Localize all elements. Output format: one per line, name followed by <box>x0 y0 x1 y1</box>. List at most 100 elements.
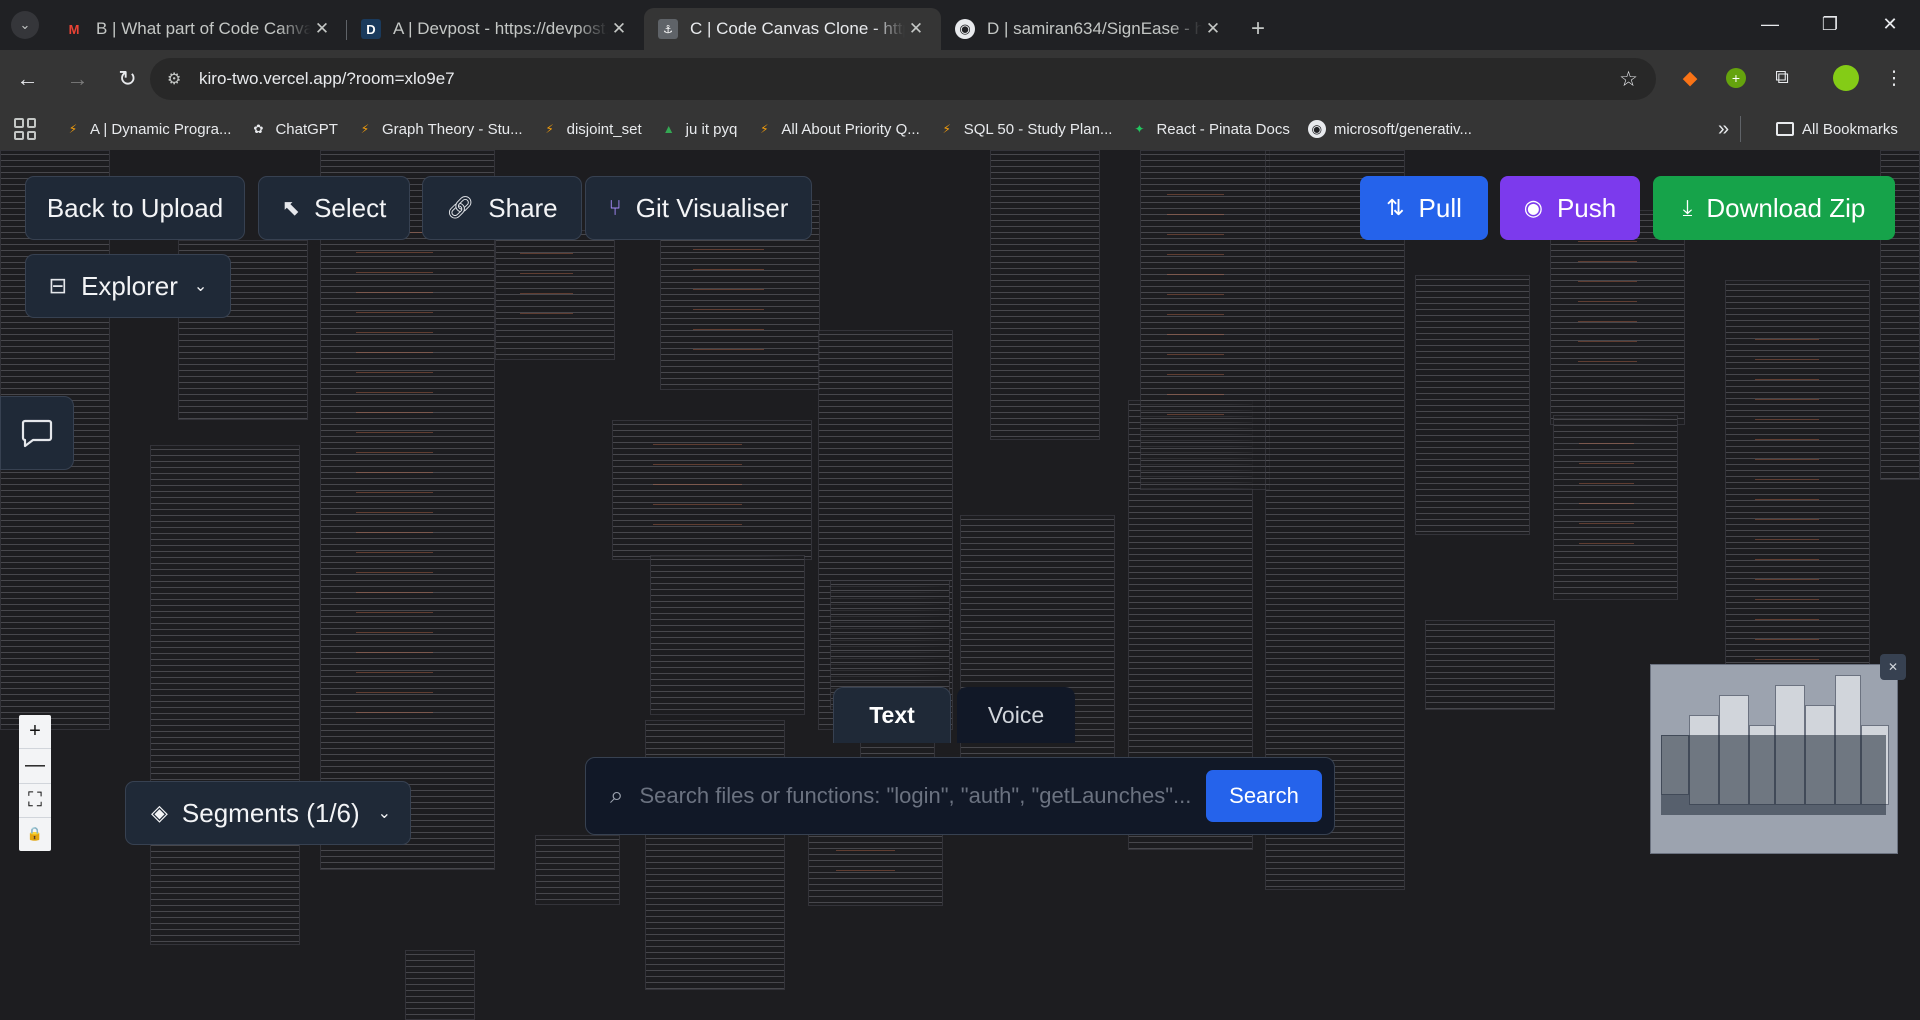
address-bar[interactable]: ⚙ kiro-two.vercel.app/?room=xlo9e7 ☆ <box>150 58 1656 100</box>
folder-icon <box>1776 122 1794 136</box>
back-icon[interactable]: ← <box>5 57 50 102</box>
tab-search-button[interactable]: ⌄ <box>0 0 50 50</box>
bookmark-label: Graph Theory - Stu... <box>381 120 523 138</box>
new-tab-button[interactable]: + <box>1238 8 1278 50</box>
bookmark-label: disjoint_set <box>566 120 642 138</box>
pull-button[interactable]: ⇅ Pull <box>1360 176 1488 240</box>
button-label: Push <box>1556 192 1617 223</box>
git-visualiser-button[interactable]: ⑂ Git Visualiser <box>585 176 812 240</box>
divider <box>1740 116 1741 142</box>
layers-icon: ◈ <box>151 800 168 825</box>
segments-dropdown[interactable]: ◈ Segments (1/6) ⌄ <box>125 781 411 845</box>
code-file-card[interactable] <box>650 555 805 715</box>
extension-icon[interactable]: + <box>1718 60 1754 96</box>
code-file-card[interactable] <box>495 230 615 360</box>
lock-button[interactable]: 🔒 <box>19 818 51 851</box>
apps-grid-icon[interactable] <box>14 118 36 140</box>
extension-icon[interactable]: ◆ <box>1672 60 1708 96</box>
bookmark-label: All About Priority Q... <box>781 120 920 138</box>
bookmarks-overflow-icon[interactable]: » <box>1718 118 1729 141</box>
close-icon[interactable]: ✕ <box>608 19 630 39</box>
share-button[interactable]: 🔗︎ Share <box>422 176 582 240</box>
code-file-card[interactable] <box>960 515 1115 785</box>
bookmark-item[interactable]: ⚡ disjoint_set <box>541 120 642 138</box>
bookmark-item[interactable]: ⚡ Graph Theory - Stu... <box>356 120 523 138</box>
minimap[interactable] <box>1650 664 1898 854</box>
chevron-down-icon: ⌄ <box>377 805 392 822</box>
all-bookmarks[interactable]: All Bookmarks <box>1776 121 1898 138</box>
folder-tree-icon: ⊟ <box>48 273 68 298</box>
avatar[interactable] <box>1828 60 1864 96</box>
tab-title: D | samiran634/SignEase - https: <box>987 19 1202 38</box>
bookmark-icon: ⚡ <box>942 122 951 136</box>
bookmarks-bar: ⚡ A | Dynamic Progra... ✿ ChatGPT ⚡ Graph T… <box>0 108 1920 150</box>
select-button[interactable]: ⬉ Select <box>258 176 410 240</box>
bookmark-item[interactable]: ◉ microsoft/generativ... <box>1307 120 1472 138</box>
reload-icon[interactable]: ↻ <box>105 57 150 102</box>
pinata-icon: ✦ <box>1134 122 1145 136</box>
github-icon: ◉ <box>955 19 975 39</box>
browser-tab-3[interactable]: ◉ D | samiran634/SignEase - https: ✕ <box>941 8 1238 50</box>
bookmark-star-icon[interactable]: ☆ <box>1619 67 1638 92</box>
bookmark-label: SQL 50 - Study Plan... <box>963 120 1113 138</box>
code-file-card[interactable] <box>1140 150 1270 490</box>
forward-icon[interactable]: → <box>55 57 100 102</box>
gmail-icon: M <box>68 21 80 37</box>
code-file-card[interactable] <box>990 150 1100 440</box>
bookmark-icon: ⚡ <box>545 122 554 136</box>
close-icon[interactable]: ✕ <box>311 19 333 39</box>
code-file-card[interactable] <box>150 445 300 945</box>
bookmark-item[interactable]: ⚡ SQL 50 - Study Plan... <box>938 120 1113 138</box>
zoom-in-button[interactable]: + <box>19 715 51 750</box>
close-icon[interactable]: ✕ <box>1202 19 1224 39</box>
bookmark-label: ChatGPT <box>275 120 338 138</box>
codecanvas-icon: ⚓ <box>658 19 678 39</box>
code-file-card[interactable] <box>1415 275 1530 535</box>
download-zip-button[interactable]: ⤓ Download Zip <box>1653 176 1895 240</box>
code-file-card[interactable] <box>320 150 495 870</box>
tab-text[interactable]: Text <box>833 687 951 743</box>
bookmark-icon: ⚡ <box>760 122 769 136</box>
browser-tab-2[interactable]: ⚓ C | Code Canvas Clone - https:/ ✕ <box>644 8 941 50</box>
back-to-upload-button[interactable]: Back to Upload <box>25 176 245 240</box>
browser-tab-1[interactable]: D A | Devpost - https://devpost.co ✕ <box>347 8 644 50</box>
button-label: Share <box>488 192 558 223</box>
zoom-controls: + — ⛶ 🔒 <box>19 715 51 851</box>
tab-voice[interactable]: Voice <box>957 687 1075 743</box>
zoom-out-button[interactable]: — <box>19 749 51 784</box>
code-file-card[interactable] <box>1550 210 1685 425</box>
bookmark-icon: ⚡ <box>360 122 370 136</box>
code-file-card[interactable] <box>1553 415 1678 600</box>
explorer-dropdown[interactable]: ⊟ Explorer ⌄ <box>25 254 231 318</box>
minimize-icon[interactable]: — <box>1740 0 1800 48</box>
bookmark-item[interactable]: ▲ ju it pyq <box>660 120 738 138</box>
close-icon[interactable]: ✕ <box>905 19 927 39</box>
push-button[interactable]: ◉ Push <box>1500 176 1640 240</box>
code-file-card[interactable] <box>1425 620 1555 710</box>
code-file-card[interactable] <box>612 420 812 560</box>
search-button[interactable]: Search <box>1206 770 1322 822</box>
menu-dots-icon[interactable]: ⋮ <box>1876 60 1912 96</box>
chat-button[interactable] <box>0 396 74 470</box>
bookmark-item[interactable]: ✦ React - Pinata Docs <box>1130 120 1289 138</box>
button-label: Back to Upload <box>46 192 224 223</box>
code-file-card[interactable] <box>535 835 620 905</box>
search-input[interactable] <box>639 783 1200 809</box>
chatgpt-icon: ✿ <box>253 122 264 136</box>
bookmark-item[interactable]: ✿ ChatGPT <box>249 120 338 138</box>
code-canvas[interactable] <box>0 150 1920 1020</box>
code-file-card[interactable] <box>405 950 475 1020</box>
site-info-icon[interactable]: ⚙ <box>167 69 187 89</box>
button-label: Download Zip <box>1706 192 1866 223</box>
bookmark-item[interactable]: ⚡ A | Dynamic Progra... <box>64 120 232 138</box>
bookmark-label: ju it pyq <box>685 120 738 138</box>
minimap-toggle-icon[interactable]: ✕ <box>1880 654 1906 680</box>
restore-icon[interactable]: ❐ <box>1800 0 1860 48</box>
extensions-puzzle-icon[interactable]: ⧉ <box>1764 60 1800 96</box>
minimap-viewport[interactable] <box>1661 735 1886 815</box>
browser-tab-0[interactable]: M B | What part of Code Canvas d ✕ <box>50 8 347 50</box>
fit-view-button[interactable]: ⛶ <box>19 784 51 818</box>
bookmark-icon: ⚡ <box>68 122 78 136</box>
close-window-icon[interactable]: ✕ <box>1860 0 1920 48</box>
bookmark-item[interactable]: ⚡ All About Priority Q... <box>755 120 920 138</box>
